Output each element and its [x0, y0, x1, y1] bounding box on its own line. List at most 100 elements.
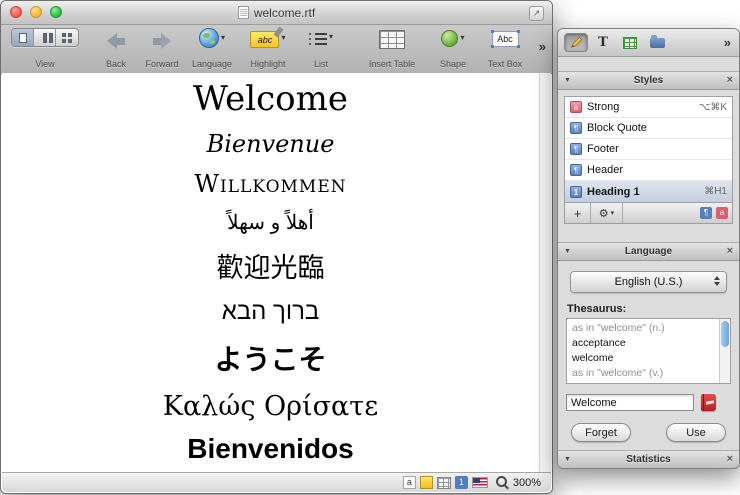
styles-section-body: a Strong ⌥⌘K ¶ Block Quote ¶ Footer ¶ He… — [558, 90, 739, 242]
doc-line-greek[interactable]: Καλώς Ορίσατε — [2, 391, 539, 422]
insert-table-label: Insert Table — [369, 59, 415, 69]
close-section-icon[interactable]: × — [727, 75, 733, 86]
thesaurus-item-sense[interactable]: as in "welcome" (n.) — [572, 321, 716, 336]
thesaurus-item-word[interactable]: acceptance — [572, 336, 716, 351]
list-toolbar-button[interactable]: ▾ List — [301, 28, 341, 70]
statistics-section-header[interactable]: ▼ Statistics × — [558, 450, 739, 468]
table-status-icon[interactable] — [437, 477, 451, 489]
close-section-icon[interactable]: × — [727, 246, 733, 257]
language-toolbar-button[interactable]: ▾ Language — [188, 28, 236, 70]
disclosure-triangle-icon[interactable]: ▼ — [564, 248, 571, 255]
highlight-status-icon[interactable] — [420, 476, 433, 489]
shape-toolbar-button[interactable]: ▾ Shape — [431, 28, 475, 70]
thesaurus-item-sense[interactable]: as in "welcome" (v.) — [572, 366, 716, 381]
text-icon: T — [598, 35, 608, 50]
thesaurus-list[interactable]: as in "welcome" (n.) acceptance welcome … — [566, 318, 731, 384]
view-page-segment[interactable] — [12, 29, 34, 46]
zoom-magnifier-icon[interactable] — [496, 476, 509, 489]
style-row-heading-1[interactable]: 1 Heading 1 ⌘H1 — [565, 181, 732, 202]
thesaurus-scrollbar[interactable] — [719, 319, 730, 383]
minimize-window-button[interactable] — [30, 6, 42, 18]
view-columns-segment[interactable] — [34, 29, 56, 46]
close-window-button[interactable] — [10, 6, 22, 18]
view-thumbnails-segment[interactable] — [56, 29, 78, 46]
text-box-label: Text Box — [488, 59, 523, 69]
palette-tab-writing-tools[interactable] — [564, 33, 588, 52]
insert-table-icon — [379, 30, 405, 49]
tools-palette-window: T » ▼ Styles × a Strong ⌥⌘K ¶ Block Quot… — [557, 28, 740, 469]
doc-line-english[interactable]: Welcome — [2, 79, 539, 119]
title-wrap: welcome.rtf — [1, 6, 552, 20]
shape-label: Shape — [440, 59, 466, 69]
language-section-header[interactable]: ▼ Language × — [558, 242, 739, 261]
list-label: List — [314, 59, 328, 69]
zoom-window-button[interactable] — [50, 6, 62, 18]
style-row-footer[interactable]: ¶ Footer — [565, 139, 732, 160]
doc-line-chinese[interactable]: 歡迎光臨 — [2, 246, 539, 285]
dictionary-icon[interactable] — [701, 394, 716, 411]
language-popup[interactable]: English (U.S.) — [570, 271, 727, 293]
titlebar[interactable]: welcome.rtf ↗ — [1, 1, 552, 25]
style-row-header[interactable]: ¶ Header — [565, 160, 732, 181]
table-icon — [623, 37, 637, 49]
paragraph-styles-filter-icon[interactable]: ¶ — [700, 207, 712, 219]
highlight-toolbar-button[interactable]: abc ▾ Highlight — [242, 28, 294, 70]
add-style-button[interactable]: + — [565, 203, 591, 223]
styles-section-header[interactable]: ▼ Styles × — [558, 71, 739, 90]
gear-icon: ⚙ — [599, 207, 609, 220]
palette-overflow-chevron[interactable]: » — [724, 35, 733, 50]
character-style-icon: a — [570, 101, 582, 113]
doc-line-hebrew[interactable]: ברוך הבא — [2, 298, 539, 326]
document-area[interactable]: Welcome Bienvenue Willkommen أهلاً و سهل… — [2, 73, 551, 472]
thesaurus-label: Thesaurus: — [567, 303, 731, 315]
disclosure-triangle-icon[interactable]: ▼ — [564, 456, 571, 463]
doc-line-japanese[interactable]: ようこそ — [2, 338, 539, 378]
doc-line-spanish[interactable]: Bienvenidos — [2, 433, 539, 465]
thumbnails-view-icon — [62, 33, 66, 37]
shape-icon — [441, 30, 458, 47]
doc-line-arabic[interactable]: أهلاً و سهلاً — [2, 210, 539, 235]
dropdown-caret-icon: ▾ — [611, 210, 615, 217]
close-section-icon[interactable]: × — [727, 454, 733, 465]
thesaurus-item-word[interactable]: welcome — [572, 351, 716, 366]
zoom-level[interactable]: 300% — [513, 477, 541, 489]
paragraph-style-status-icon[interactable]: 1 — [455, 476, 468, 489]
doc-line-german[interactable]: Willkommen — [2, 170, 539, 198]
language-label: Language — [192, 59, 232, 69]
palette-tab-clips[interactable] — [645, 33, 669, 52]
palette-tab-table[interactable] — [618, 33, 642, 52]
character-style-status-icon[interactable]: a — [403, 476, 416, 489]
use-button[interactable]: Use — [666, 423, 726, 442]
toolbar-overflow-chevron[interactable]: » — [539, 39, 546, 54]
view-label: View — [35, 59, 54, 69]
toolbar: View Back Forward ▾ Language abc ▾ Highl… — [1, 25, 552, 74]
style-row-strong[interactable]: a Strong ⌥⌘K — [565, 97, 732, 118]
thesaurus-search-field[interactable] — [566, 394, 694, 411]
statistics-section-title: Statistics — [626, 454, 670, 465]
insert-table-toolbar-button[interactable]: Insert Table — [361, 28, 423, 70]
style-actions-menu-button[interactable]: ⚙ ▾ — [591, 203, 623, 223]
thesaurus-lookup-row — [566, 394, 731, 411]
style-shortcut: ⌥⌘K — [699, 102, 727, 113]
text-box-toolbar-button[interactable]: Abc Text Box — [478, 28, 532, 70]
toolbar-toggle-icon[interactable]: ↗ — [529, 6, 544, 21]
doc-line-french[interactable]: Bienvenue — [2, 130, 539, 158]
styles-list: a Strong ⌥⌘K ¶ Block Quote ¶ Footer ¶ He… — [564, 96, 733, 203]
style-name: Header — [587, 164, 623, 176]
columns-view-icon — [43, 33, 47, 43]
palette-gap — [558, 57, 739, 71]
forget-button[interactable]: Forget — [571, 423, 631, 442]
style-name: Strong — [587, 101, 619, 113]
scrollbar-thumb[interactable] — [721, 321, 729, 347]
disclosure-triangle-icon[interactable]: ▼ — [564, 77, 571, 84]
style-row-block-quote[interactable]: ¶ Block Quote — [565, 118, 732, 139]
language-flag-icon[interactable] — [472, 477, 488, 488]
back-button[interactable]: Back — [98, 28, 134, 70]
status-bar: a 1 300% — [2, 472, 551, 492]
thesaurus-buttons-row: Forget Use — [571, 423, 726, 442]
style-name: Block Quote — [587, 122, 647, 134]
forward-button[interactable]: Forward — [140, 28, 184, 70]
character-styles-filter-icon[interactable]: a — [716, 207, 728, 219]
vertical-scrollbar[interactable] — [539, 73, 551, 472]
palette-tab-text[interactable]: T — [591, 33, 615, 52]
